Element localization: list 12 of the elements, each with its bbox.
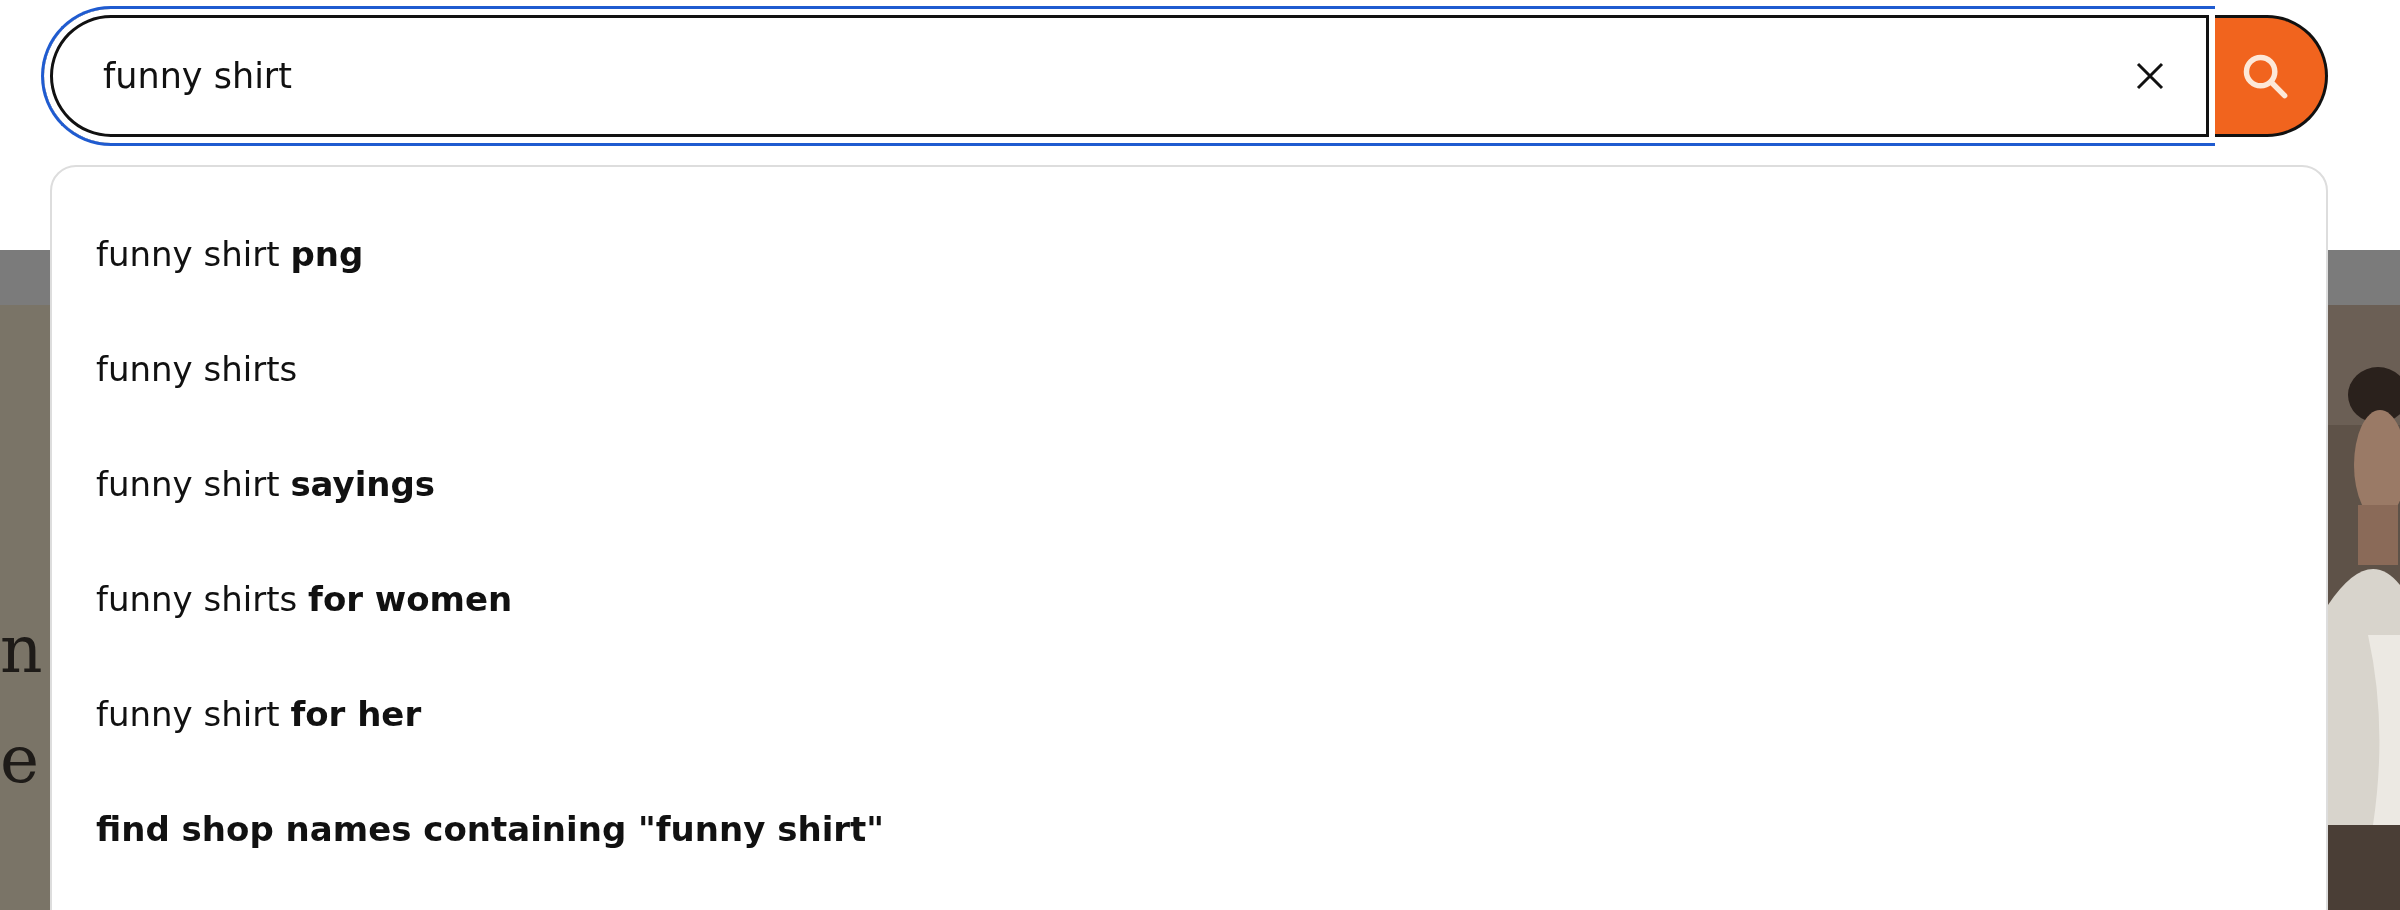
suggestion-item[interactable]: find shop names containing "funny shirt" [52,782,2326,897]
suggestion-item[interactable]: funny shirts for women [52,552,2326,667]
suggestion-item[interactable]: funny shirt png [52,207,2326,322]
search-field[interactable]: funny shirt [41,6,2215,146]
hero-heading: e [0,720,40,800]
suggestion-item[interactable]: funny shirt for her [52,667,2326,782]
hero-heading: n [0,610,43,690]
suggestion-item[interactable]: funny shirts [52,322,2326,437]
search-button[interactable] [2215,15,2328,137]
search-icon [2241,52,2289,100]
suggestion-item[interactable]: funny shirt sayings [52,437,2326,552]
close-icon[interactable] [2135,61,2165,91]
